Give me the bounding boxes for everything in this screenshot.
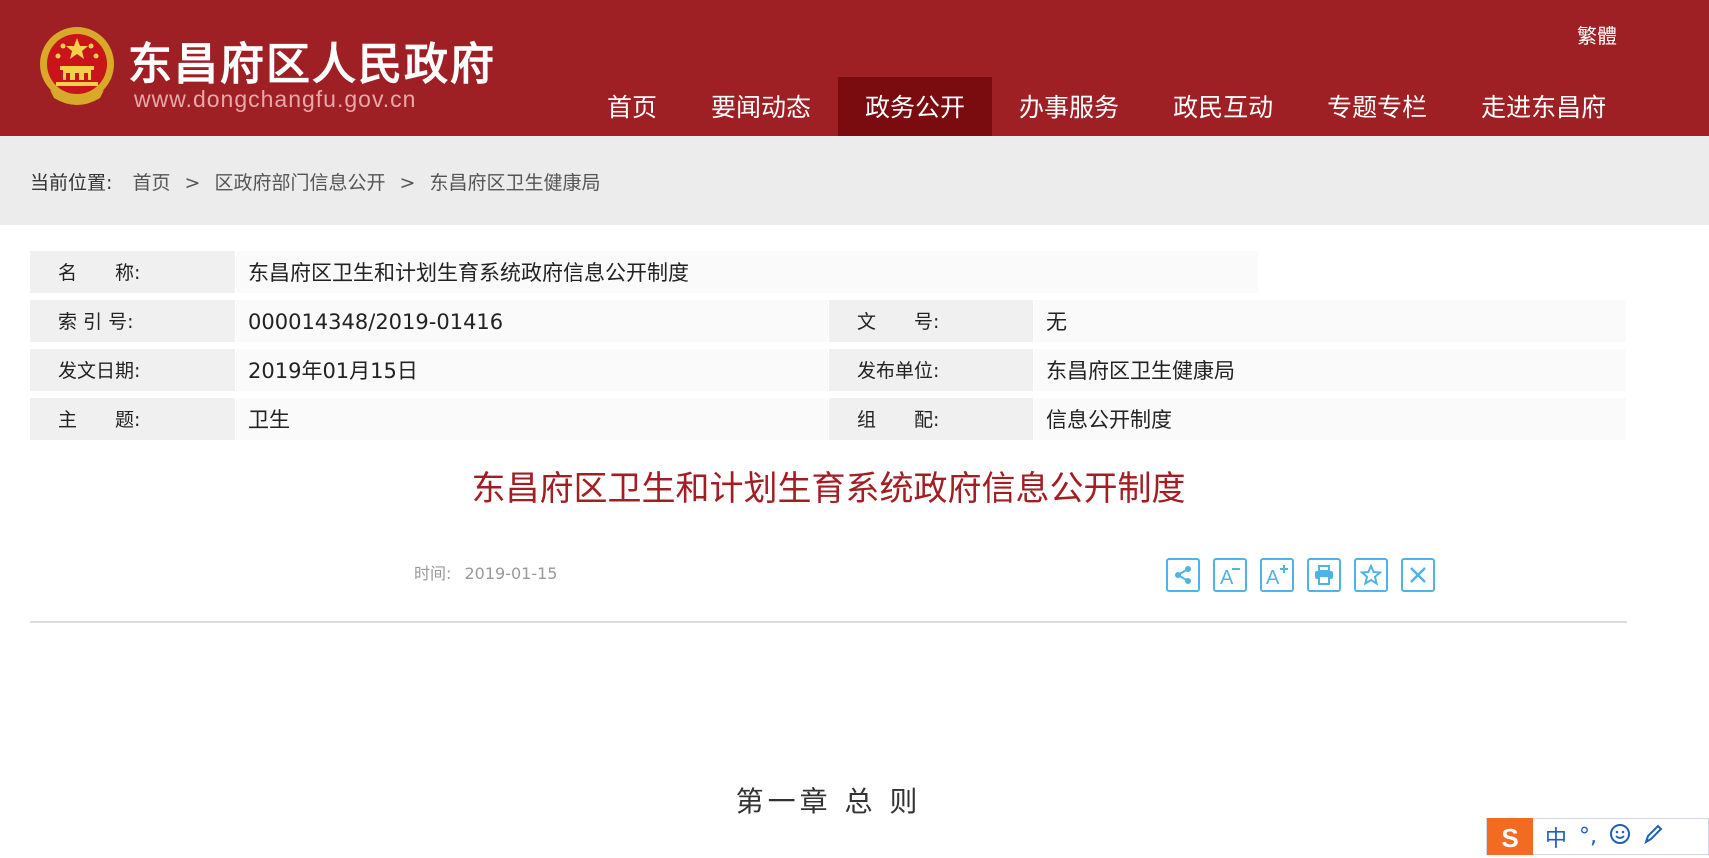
meta-name-label: 名 称:	[30, 251, 235, 293]
ime-logo-icon[interactable]: S	[1487, 818, 1533, 855]
breadcrumb-separator: >	[399, 172, 416, 194]
favorite-icon[interactable]	[1354, 558, 1388, 592]
meta-date-label: 发文日期:	[30, 349, 235, 391]
meta-publisher-label: 发布单位:	[829, 349, 1033, 391]
site-title: 东昌府区人民政府	[128, 39, 496, 90]
article-title: 东昌府区卫生和计划生育系统政府信息公开制度	[471, 469, 1186, 509]
traditional-chinese-link[interactable]: 繁體	[1577, 20, 1617, 49]
meta-docno-value: 无	[1034, 300, 1626, 342]
ime-pen-icon[interactable]	[1643, 823, 1663, 851]
breadcrumb-separator: >	[184, 172, 201, 194]
nav-item-about[interactable]: 走进东昌府	[1454, 77, 1633, 136]
breadcrumb-health-bureau[interactable]: 东昌府区卫生健康局	[430, 172, 601, 194]
nav-item-services[interactable]: 办事服务	[992, 77, 1146, 136]
article-divider	[30, 621, 1627, 623]
breadcrumb: 当前位置: 首页 > 区政府部门信息公开 > 东昌府区卫生健康局	[30, 168, 601, 195]
breadcrumb-home[interactable]: 首页	[132, 172, 170, 194]
time-value: 2019-01-15	[464, 564, 558, 583]
meta-publisher-value: 东昌府区卫生健康局	[1034, 349, 1626, 391]
site-header: 东昌府区人民政府 www.dongchangfu.gov.cn 繁體 首页 要闻…	[0, 0, 1709, 136]
meta-date-value: 2019年01月15日	[236, 349, 828, 391]
ime-toolbar: S 中 °,	[1486, 818, 1709, 855]
meta-category-label: 组 配:	[829, 398, 1033, 440]
font-increase-icon[interactable]: A	[1260, 558, 1294, 592]
breadcrumb-dept-info[interactable]: 区政府部门信息公开	[214, 172, 385, 194]
close-icon[interactable]	[1401, 558, 1435, 592]
ime-emoji-icon[interactable]	[1609, 823, 1631, 851]
site-url: www.dongchangfu.gov.cn	[134, 86, 417, 112]
svg-text:A: A	[1266, 567, 1280, 586]
meta-index-value: 000014348/2019-01416	[236, 300, 828, 342]
print-icon[interactable]	[1307, 558, 1341, 592]
ime-punct-toggle[interactable]: °,	[1579, 824, 1597, 849]
svg-text:A: A	[1220, 567, 1234, 586]
nav-item-home[interactable]: 首页	[580, 77, 684, 136]
breadcrumb-prefix: 当前位置:	[30, 172, 113, 194]
meta-subject-value: 卫生	[236, 398, 828, 440]
national-emblem-icon	[36, 24, 118, 108]
nav-item-interaction[interactable]: 政民互动	[1146, 77, 1300, 136]
main-nav: 首页 要闻动态 政务公开 办事服务 政民互动 专题专栏 走进东昌府	[580, 77, 1633, 136]
meta-category-value: 信息公开制度	[1034, 398, 1626, 440]
meta-subject-label: 主 题:	[30, 398, 235, 440]
meta-docno-label: 文 号:	[829, 300, 1033, 342]
article-tools: A A	[1166, 558, 1435, 592]
share-icon[interactable]	[1166, 558, 1200, 592]
nav-item-gov-affairs[interactable]: 政务公开	[838, 77, 993, 136]
nav-item-topics[interactable]: 专题专栏	[1300, 77, 1454, 136]
ime-lang-toggle[interactable]: 中	[1545, 821, 1567, 853]
breadcrumb-bar: 当前位置: 首页 > 区政府部门信息公开 > 东昌府区卫生健康局	[0, 136, 1709, 225]
chapter-heading: 第一章 总 则	[735, 785, 922, 818]
article-time: 时间: 2019-01-15	[414, 560, 557, 584]
meta-name-value: 东昌府区卫生和计划生育系统政府信息公开制度	[236, 251, 1258, 293]
meta-index-label: 索 引 号:	[30, 300, 235, 342]
nav-item-news[interactable]: 要闻动态	[684, 77, 838, 136]
time-label: 时间:	[414, 564, 452, 583]
font-decrease-icon[interactable]: A	[1213, 558, 1247, 592]
